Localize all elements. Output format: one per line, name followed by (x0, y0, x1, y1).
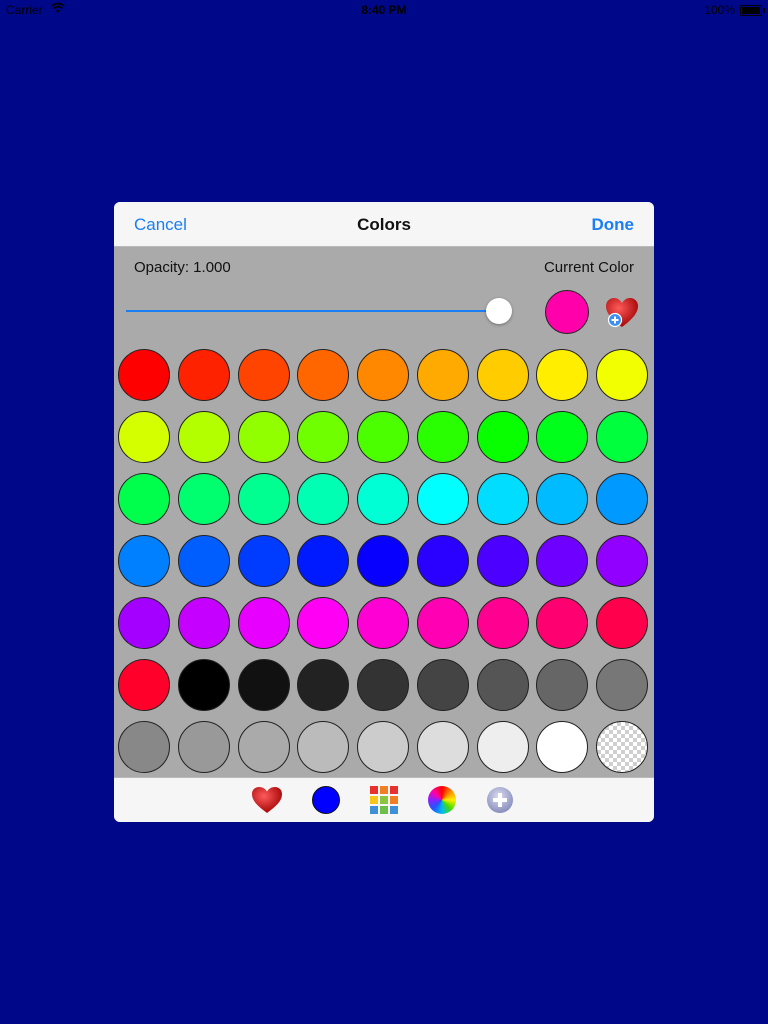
color-swatch[interactable] (297, 659, 350, 711)
color-swatch[interactable] (297, 473, 350, 525)
done-button[interactable]: Done (592, 215, 635, 235)
tab-bar (114, 777, 654, 822)
color-swatch[interactable] (416, 597, 469, 649)
color-swatch[interactable] (118, 535, 170, 587)
color-swatch[interactable] (596, 473, 648, 525)
color-swatch[interactable] (596, 597, 648, 649)
plus-circle-icon (487, 787, 513, 813)
opacity-label: Opacity: 1.000 (134, 259, 231, 276)
color-swatch[interactable] (416, 473, 469, 525)
color-swatch[interactable] (536, 721, 589, 773)
color-swatch[interactable] (237, 659, 290, 711)
color-swatch[interactable] (536, 597, 589, 649)
color-swatch[interactable] (177, 535, 230, 587)
color-swatch[interactable] (476, 597, 529, 649)
clock: 8:40 PM (361, 3, 407, 17)
tab-palette[interactable] (367, 785, 401, 815)
color-swatch[interactable] (476, 473, 529, 525)
heart-icon (252, 787, 282, 813)
color-swatch[interactable] (476, 349, 529, 401)
heart-add-icon[interactable] (604, 296, 640, 330)
color-swatch[interactable] (357, 411, 409, 463)
color-swatch[interactable] (237, 411, 290, 463)
color-swatch[interactable] (536, 535, 589, 587)
color-swatch[interactable] (416, 411, 469, 463)
color-swatch[interactable] (118, 411, 170, 463)
color-swatch[interactable] (177, 721, 230, 773)
color-swatch[interactable] (596, 659, 648, 711)
color-swatch[interactable] (536, 349, 589, 401)
tab-add[interactable] (483, 785, 517, 815)
color-dot-icon (312, 786, 340, 814)
color-swatch[interactable] (416, 535, 469, 587)
color-swatch[interactable] (177, 659, 230, 711)
slider-thumb[interactable] (486, 298, 512, 324)
color-swatch[interactable] (357, 473, 409, 525)
current-color-swatch (545, 290, 589, 334)
color-swatch[interactable] (596, 411, 648, 463)
color-picker-popover: Cancel Colors Done Opacity: 1.000 Curren… (114, 202, 654, 822)
color-swatch[interactable] (297, 535, 350, 587)
color-swatch[interactable] (536, 659, 589, 711)
color-swatch[interactable] (357, 597, 409, 649)
opacity-slider[interactable] (126, 298, 512, 324)
color-swatch[interactable] (118, 659, 170, 711)
page-title: Colors (357, 215, 411, 234)
color-swatch[interactable] (177, 473, 230, 525)
color-swatch[interactable] (416, 349, 469, 401)
color-swatch[interactable] (416, 659, 469, 711)
color-swatch[interactable] (476, 659, 529, 711)
color-swatch[interactable] (476, 411, 529, 463)
color-swatch[interactable] (177, 349, 230, 401)
navigation-bar: Cancel Colors Done (114, 202, 654, 247)
color-swatch[interactable] (596, 535, 648, 587)
color-swatch[interactable] (118, 597, 170, 649)
color-swatch[interactable] (297, 411, 350, 463)
color-swatch[interactable] (536, 411, 589, 463)
color-swatch[interactable] (237, 349, 290, 401)
color-swatch[interactable] (357, 349, 409, 401)
tab-current[interactable] (309, 785, 343, 815)
tab-favorites[interactable] (250, 785, 284, 815)
color-swatch[interactable] (118, 473, 170, 525)
color-swatch[interactable] (237, 535, 290, 587)
current-color-label: Current Color (543, 259, 634, 276)
color-swatch[interactable] (416, 721, 469, 773)
color-wheel-icon (428, 786, 456, 814)
color-swatch[interactable] (177, 597, 230, 649)
battery-icon (740, 5, 765, 16)
clear-color-swatch[interactable] (596, 721, 648, 773)
color-swatch[interactable] (118, 721, 170, 773)
color-swatch[interactable] (357, 535, 409, 587)
color-grid-icon (370, 786, 398, 814)
color-swatch[interactable] (237, 473, 290, 525)
color-palette-grid (118, 349, 650, 773)
color-swatch[interactable] (297, 597, 350, 649)
color-swatch[interactable] (118, 349, 170, 401)
color-swatch[interactable] (357, 659, 409, 711)
color-swatch[interactable] (596, 349, 648, 401)
color-swatch[interactable] (476, 721, 529, 773)
color-swatch[interactable] (357, 721, 409, 773)
color-swatch[interactable] (297, 721, 350, 773)
color-swatch[interactable] (237, 597, 290, 649)
battery-percentage: 100% (704, 3, 735, 17)
color-swatch[interactable] (476, 535, 529, 587)
color-swatch[interactable] (536, 473, 589, 525)
color-swatch[interactable] (237, 721, 290, 773)
color-swatch[interactable] (177, 411, 230, 463)
slider-track-fill (126, 310, 499, 312)
color-swatch[interactable] (297, 349, 350, 401)
status-bar: Carrier 8:40 PM 100% (0, 0, 768, 20)
tab-wheel[interactable] (425, 785, 459, 815)
